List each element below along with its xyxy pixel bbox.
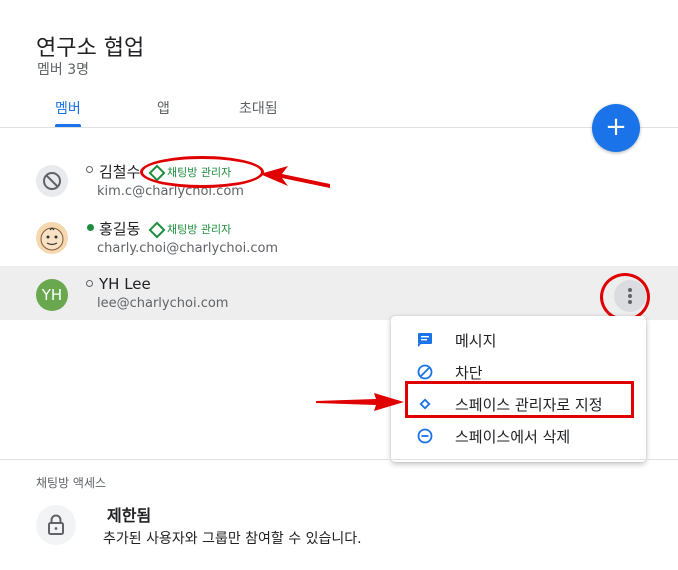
status-offline-dot xyxy=(86,280,93,287)
member-row[interactable]: 홍길동 채팅방 관리자 charly.choi@charlychoi.com xyxy=(0,209,678,263)
access-description: 추가된 사용자와 그룹만 참여할 수 있습니다. xyxy=(103,531,362,547)
annotation-ellipse xyxy=(600,273,650,321)
role-badge: 채팅방 관리자 xyxy=(167,223,232,236)
menu-item-label: 메시지 xyxy=(455,332,497,350)
status-offline-dot xyxy=(86,166,93,173)
member-email: lee@charlychoi.com xyxy=(97,296,229,311)
annotation-ellipse xyxy=(140,156,264,188)
tab-invited[interactable]: 초대됨 xyxy=(239,98,278,118)
access-icon-container[interactable] xyxy=(36,505,76,545)
member-name: 김철수 xyxy=(99,163,141,181)
block-icon xyxy=(417,364,433,380)
member-row[interactable]: YH YH Lee lee@charlychoi.com xyxy=(0,266,678,320)
access-section-label: 채팅방 액세스 xyxy=(36,476,107,490)
member-email: charly.choi@charlychoi.com xyxy=(97,241,279,256)
tabs-divider xyxy=(0,127,678,128)
avatar xyxy=(36,222,68,254)
member-count: 멤버 3명 xyxy=(37,62,89,78)
member-name: YH Lee xyxy=(99,275,151,293)
remove-circle-icon xyxy=(417,428,433,444)
add-member-button[interactable]: + xyxy=(592,104,640,152)
member-name: 홍길동 xyxy=(99,220,141,238)
annotation-arrow-icon xyxy=(316,393,404,411)
cartoon-face-icon xyxy=(40,227,64,251)
message-icon xyxy=(418,333,432,347)
tab-apps[interactable]: 앱 xyxy=(157,98,170,118)
menu-item-label: 스페이스에서 삭제 xyxy=(455,428,571,446)
access-title: 제한됨 xyxy=(107,506,152,525)
avatar xyxy=(36,165,68,197)
menu-item-label: 차단 xyxy=(455,364,483,382)
avatar: YH xyxy=(36,279,68,311)
space-title: 연구소 협업 xyxy=(36,36,145,61)
annotation-arrow-icon xyxy=(260,166,330,188)
section-divider xyxy=(0,459,678,460)
menu-item-remove[interactable]: 스페이스에서 삭제 xyxy=(391,420,646,452)
menu-item-message[interactable]: 메시지 xyxy=(391,324,646,356)
annotation-rectangle xyxy=(405,381,634,418)
lock-icon xyxy=(48,514,64,535)
diamond-icon xyxy=(148,221,166,239)
tab-members[interactable]: 멤버 xyxy=(55,98,81,118)
no-photo-icon xyxy=(43,172,61,190)
status-online-dot xyxy=(87,224,94,231)
member-row[interactable]: 김철수 채팅방 관리자 kim.c@charlychoi.com xyxy=(0,152,678,206)
